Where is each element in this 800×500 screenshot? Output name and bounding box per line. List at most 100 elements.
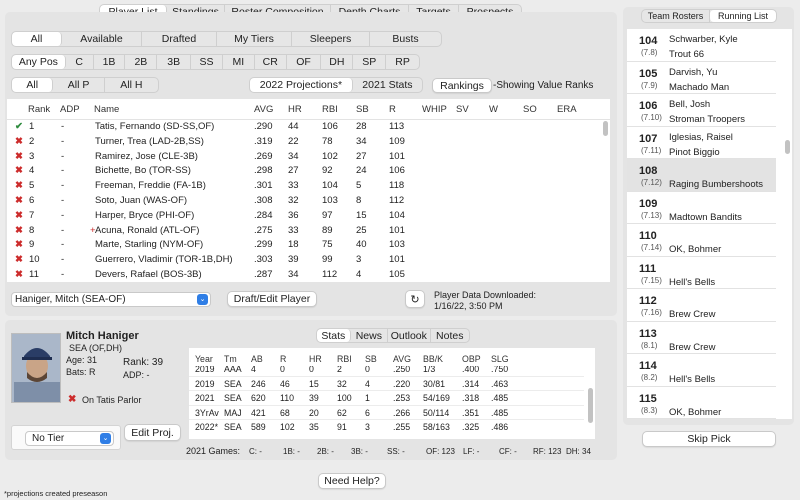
refresh-icon: ↻: [410, 293, 420, 306]
stats-cell: 100: [337, 393, 352, 403]
stats-cell: .485: [491, 407, 509, 418]
pos-cr[interactable]: CR: [255, 55, 287, 69]
tab-outlook[interactable]: Outlook: [388, 329, 431, 342]
pos-c[interactable]: C: [66, 55, 94, 69]
draft-edit-button[interactable]: Draft/Edit Player: [227, 291, 317, 307]
type-all[interactable]: All: [12, 78, 54, 92]
pick-item[interactable]: 105 (7.9) Darvish, Yu Machado Man: [627, 62, 776, 94]
table-row[interactable]: ✖ 6 - Soto, Juan (WAS-OF) .308 32 103 8 112: [7, 194, 601, 209]
filter-drafted[interactable]: Drafted: [142, 32, 217, 46]
cell-adp: -: [61, 254, 65, 266]
pos-any[interactable]: Any Pos: [12, 55, 66, 69]
tab-team-rosters[interactable]: Team Rosters: [642, 10, 710, 22]
col-sb[interactable]: SB: [356, 104, 369, 115]
pick-team: Brew Crew: [669, 341, 716, 353]
downloaded-label: Player Data Downloaded:: [434, 290, 537, 300]
pick-item[interactable]: 108 (7.12) Raging Bumbershoots: [627, 159, 776, 192]
pick-number: 108: [639, 165, 658, 177]
skip-pick-button[interactable]: Skip Pick: [642, 431, 776, 447]
tab-running-list[interactable]: Running List: [710, 10, 776, 22]
edit-proj-button[interactable]: Edit Proj.: [124, 424, 181, 441]
pick-item[interactable]: 106 (7.10) Bell, Josh Stroman Troopers: [627, 94, 776, 127]
tier-select[interactable]: No Tier ⌄: [11, 425, 121, 450]
player-select[interactable]: Haniger, Mitch (SEA-OF) ⌄: [11, 292, 211, 307]
pos-3b[interactable]: 3B: [157, 55, 192, 69]
filter-my-tiers[interactable]: My Tiers: [217, 32, 292, 46]
table-row[interactable]: ✖ 11 - Devers, Rafael (BOS-3B) .287 34 112 4 105: [7, 268, 601, 282]
stats-cell: 30/81: [423, 378, 446, 389]
pos-dh[interactable]: DH: [321, 55, 354, 69]
stats-cell: 0: [280, 366, 285, 374]
tab-2022-projections[interactable]: 2022 Projections*: [250, 78, 353, 92]
games-pos: OF: 123: [426, 447, 455, 456]
col-sv[interactable]: SV: [456, 104, 469, 115]
tab-news[interactable]: News: [351, 329, 389, 342]
table-row[interactable]: ✖ 4 - Bichette, Bo (TOR-SS) .298 27 92 24 106: [7, 164, 601, 179]
pick-item[interactable]: 113 (8.1) Brew Crew: [627, 322, 776, 354]
col-r[interactable]: R: [389, 104, 396, 115]
cell-rank: 8: [29, 224, 35, 236]
filter-available[interactable]: Available: [62, 32, 142, 46]
pos-rp[interactable]: RP: [386, 55, 419, 69]
pos-of[interactable]: OF: [287, 55, 322, 69]
pick-list-scrollbar[interactable]: [785, 140, 790, 154]
pick-item[interactable]: 114 (8.2) Hell's Bells: [627, 354, 776, 387]
cell-r: 105: [389, 269, 405, 280]
pick-item[interactable]: 109 (7.13) Madtown Bandits: [627, 192, 776, 224]
col-era[interactable]: ERA: [557, 104, 577, 115]
col-whip[interactable]: WHIP: [422, 104, 447, 115]
pick-item[interactable]: 110 (7.14) OK, Bohmer: [627, 224, 776, 257]
stats-scrollbar[interactable]: [588, 388, 593, 423]
filter-all[interactable]: All: [12, 32, 62, 46]
table-row[interactable]: ✖ 8- + Acuna, Ronald (ATL-OF) .275 33 89 25 101: [7, 224, 601, 239]
pick-round: (8.1): [641, 340, 658, 350]
col-so[interactable]: SO: [523, 104, 537, 115]
table-row[interactable]: ✖ 7 - Harper, Bryce (PHI-OF) .284 36 97 15 104: [7, 209, 601, 224]
col-avg[interactable]: AVG: [254, 104, 273, 115]
stats-cell: .351: [462, 407, 480, 418]
tab-2021-stats[interactable]: 2021 Stats: [353, 78, 422, 92]
col-w[interactable]: W: [489, 104, 498, 115]
col-rbi[interactable]: RBI: [322, 104, 338, 115]
type-all-h[interactable]: All H: [105, 78, 158, 92]
table-scrollbar[interactable]: [603, 121, 608, 136]
pos-ss[interactable]: SS: [191, 55, 223, 69]
pick-item[interactable]: 115 (8.3) OK, Bohmer: [627, 387, 776, 419]
rankings-button[interactable]: Rankings: [432, 78, 492, 93]
pick-number: 109: [639, 197, 658, 210]
col-hr[interactable]: HR: [288, 104, 302, 115]
tab-stats[interactable]: Stats: [317, 329, 351, 342]
refresh-button[interactable]: ↻: [405, 290, 425, 308]
tab-notes[interactable]: Notes: [431, 329, 469, 342]
table-row[interactable]: ✔ 1 - Tatis, Fernando (SD-SS,OF) .290 44 106 28…: [7, 120, 601, 135]
table-row[interactable]: ✖ 10- Guerrero, Vladimir (TOR-1B,DH) .303 39…: [7, 253, 601, 268]
filter-sleepers[interactable]: Sleepers: [292, 32, 370, 46]
cell-adp: -: [61, 150, 65, 162]
table-row[interactable]: ✖ 9 - Marte, Starling (NYM-OF) .299 18 75 40 103: [7, 238, 601, 253]
cell-r: 112: [389, 195, 405, 206]
cell-rbi: 75: [322, 239, 333, 251]
pick-item[interactable]: 112 (7.16) Brew Crew: [627, 289, 776, 322]
pos-sp[interactable]: SP: [353, 55, 387, 69]
col-adp[interactable]: ADP: [60, 104, 80, 115]
type-all-p[interactable]: All P: [53, 78, 105, 92]
table-row[interactable]: ✖ 5 - Freeman, Freddie (FA-1B) .301 33 104 5 118: [7, 179, 601, 194]
cell-hr: 32: [288, 195, 299, 206]
pick-item[interactable]: 107 (7.11) Iglesias, Raisel Pinot Biggio: [627, 127, 776, 159]
need-help-button[interactable]: Need Help?: [318, 473, 386, 489]
pos-mi[interactable]: MI: [223, 55, 255, 69]
table-row[interactable]: ✖ 2 - Turner, Trea (LAD-2B,SS) .319 22 78 34 109: [7, 135, 601, 150]
stats-cell: 0: [309, 366, 314, 374]
cell-name: Acuna, Ronald (ATL-OF): [95, 224, 200, 236]
pos-2b[interactable]: 2B: [125, 55, 158, 69]
pick-item[interactable]: 111 (7.15) Hell's Bells: [627, 257, 776, 289]
cell-sb: 24: [356, 165, 367, 177]
col-rank[interactable]: Rank: [28, 104, 50, 115]
filter-busts[interactable]: Busts: [370, 32, 441, 46]
col-name[interactable]: Name: [94, 104, 119, 115]
stats-cell: .220: [393, 378, 411, 389]
pos-1b[interactable]: 1B: [94, 55, 126, 69]
table-row[interactable]: ✖ 3 - Ramirez, Jose (CLE-3B) .269 34 102 27 101: [7, 150, 601, 165]
cell-rank: 1: [29, 121, 35, 132]
pick-item[interactable]: 104 (7.8) Schwarber, Kyle Trout 66: [627, 29, 776, 62]
